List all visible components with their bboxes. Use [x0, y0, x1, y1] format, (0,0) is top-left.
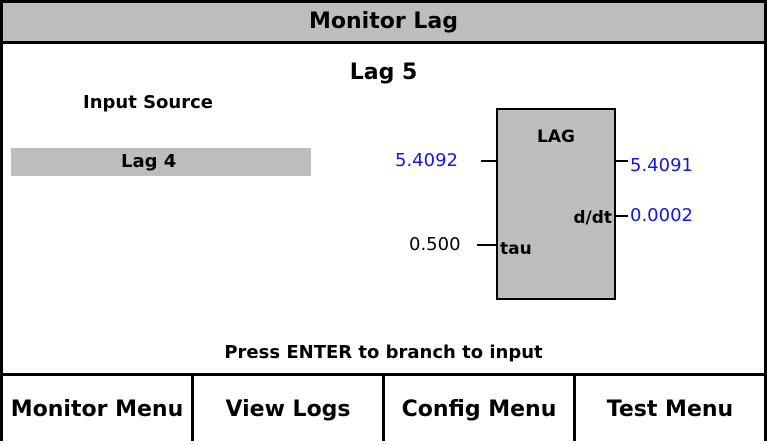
view-logs-button[interactable]: View Logs	[194, 376, 385, 441]
test-menu-button[interactable]: Test Menu	[576, 376, 764, 441]
tau-value: 0.500	[409, 234, 461, 255]
lag-block-name: LAG	[537, 127, 575, 147]
softkey-menu-bar: Monitor Menu View Logs Config Menu Test …	[3, 373, 764, 441]
input-wire	[481, 160, 496, 162]
output-value: 5.4091	[630, 155, 693, 176]
enter-prompt: Press ENTER to branch to input	[224, 342, 543, 363]
input-value: 5.4092	[395, 150, 458, 171]
derivative-label: d/dt	[573, 208, 612, 228]
input-source-label: Input Source	[83, 92, 213, 113]
page-title: Monitor Lag	[3, 0, 764, 44]
output-wire	[616, 160, 628, 162]
monitor-lag-screen: Monitor Lag Lag 5 Input Source Lag 4 5.4…	[0, 0, 767, 441]
tau-wire	[477, 244, 496, 246]
monitor-menu-button[interactable]: Monitor Menu	[3, 376, 194, 441]
tau-label: tau	[500, 239, 532, 259]
derivative-value: 0.0002	[630, 205, 693, 226]
block-title: Lag 5	[349, 60, 418, 85]
derivative-wire	[616, 215, 628, 217]
lag-block[interactable]: LAG d/dt tau	[496, 108, 616, 300]
input-source-field[interactable]: Lag 4	[11, 148, 311, 176]
config-menu-button[interactable]: Config Menu	[385, 376, 576, 441]
